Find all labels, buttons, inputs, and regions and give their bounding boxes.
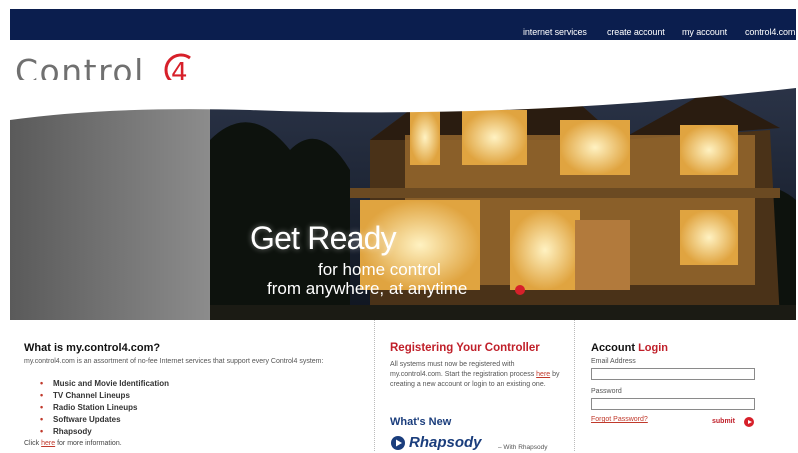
- forgot-password-link[interactable]: Forgot Password?: [591, 416, 648, 423]
- what-is-description: my.control4.com is an assortment of no-f…: [24, 358, 324, 365]
- top-nav: internet services create account my acco…: [10, 9, 796, 40]
- nav-my-account[interactable]: my account: [682, 27, 727, 37]
- password-label: Password: [591, 388, 622, 395]
- register-title: Registering Your Controller: [390, 342, 540, 354]
- rhapsody-brand: Rhapsody: [409, 434, 482, 451]
- nav-create-account[interactable]: create account: [607, 27, 665, 37]
- nav-control4-com[interactable]: control4.com: [745, 27, 795, 37]
- more-info-link[interactable]: here: [41, 440, 55, 447]
- list-item: • TV Channel Lineups: [40, 390, 130, 400]
- list-item: • Radio Station Lineups: [40, 402, 138, 412]
- login-section: Account Login Email Address Password For…: [576, 320, 796, 451]
- list-item: • Music and Movie Identification: [40, 378, 170, 388]
- rhapsody-tagline: – With Rhapsody: [498, 444, 548, 451]
- nav-internet-services[interactable]: internet services: [523, 27, 587, 37]
- bullet-icon: •: [40, 426, 44, 436]
- login-title: Account Login: [591, 342, 668, 354]
- what-is-title: What is my.control4.com?: [24, 342, 161, 354]
- list-item: • Rhapsody: [40, 426, 92, 436]
- email-label: Email Address: [591, 358, 636, 365]
- bullet-icon: •: [40, 390, 44, 400]
- register-here-link[interactable]: here: [536, 371, 550, 378]
- bullet-icon: •: [40, 414, 44, 424]
- what-is-section: What is my.control4.com? my.control4.com…: [10, 320, 375, 451]
- bullet-icon: •: [40, 402, 44, 412]
- password-field[interactable]: [591, 398, 755, 410]
- submit-arrow-icon[interactable]: [744, 417, 754, 427]
- more-info-text: Click here for more information.: [24, 440, 122, 447]
- email-field[interactable]: [591, 368, 755, 380]
- hero-red-dot-icon: [515, 285, 525, 295]
- hero-title: Get Ready: [250, 220, 397, 256]
- rhapsody-logo-icon: [391, 436, 405, 450]
- whats-new-title: What's New: [390, 416, 452, 428]
- register-description: All systems must now be registered with …: [390, 361, 560, 388]
- register-section: Registering Your Controller All systems …: [376, 320, 575, 451]
- submit-button[interactable]: submit: [712, 418, 735, 425]
- services-list: • Music and Movie Identification • TV Chan…: [40, 378, 169, 438]
- hero-subtitle-line2: from anywhere, at anytime: [267, 279, 468, 298]
- hero-banner: Get Ready for home control from anywhere…: [10, 80, 796, 320]
- list-item: • Software Updates: [40, 414, 121, 424]
- hero-subtitle-line1: for home control: [318, 260, 441, 279]
- bullet-icon: •: [40, 378, 44, 388]
